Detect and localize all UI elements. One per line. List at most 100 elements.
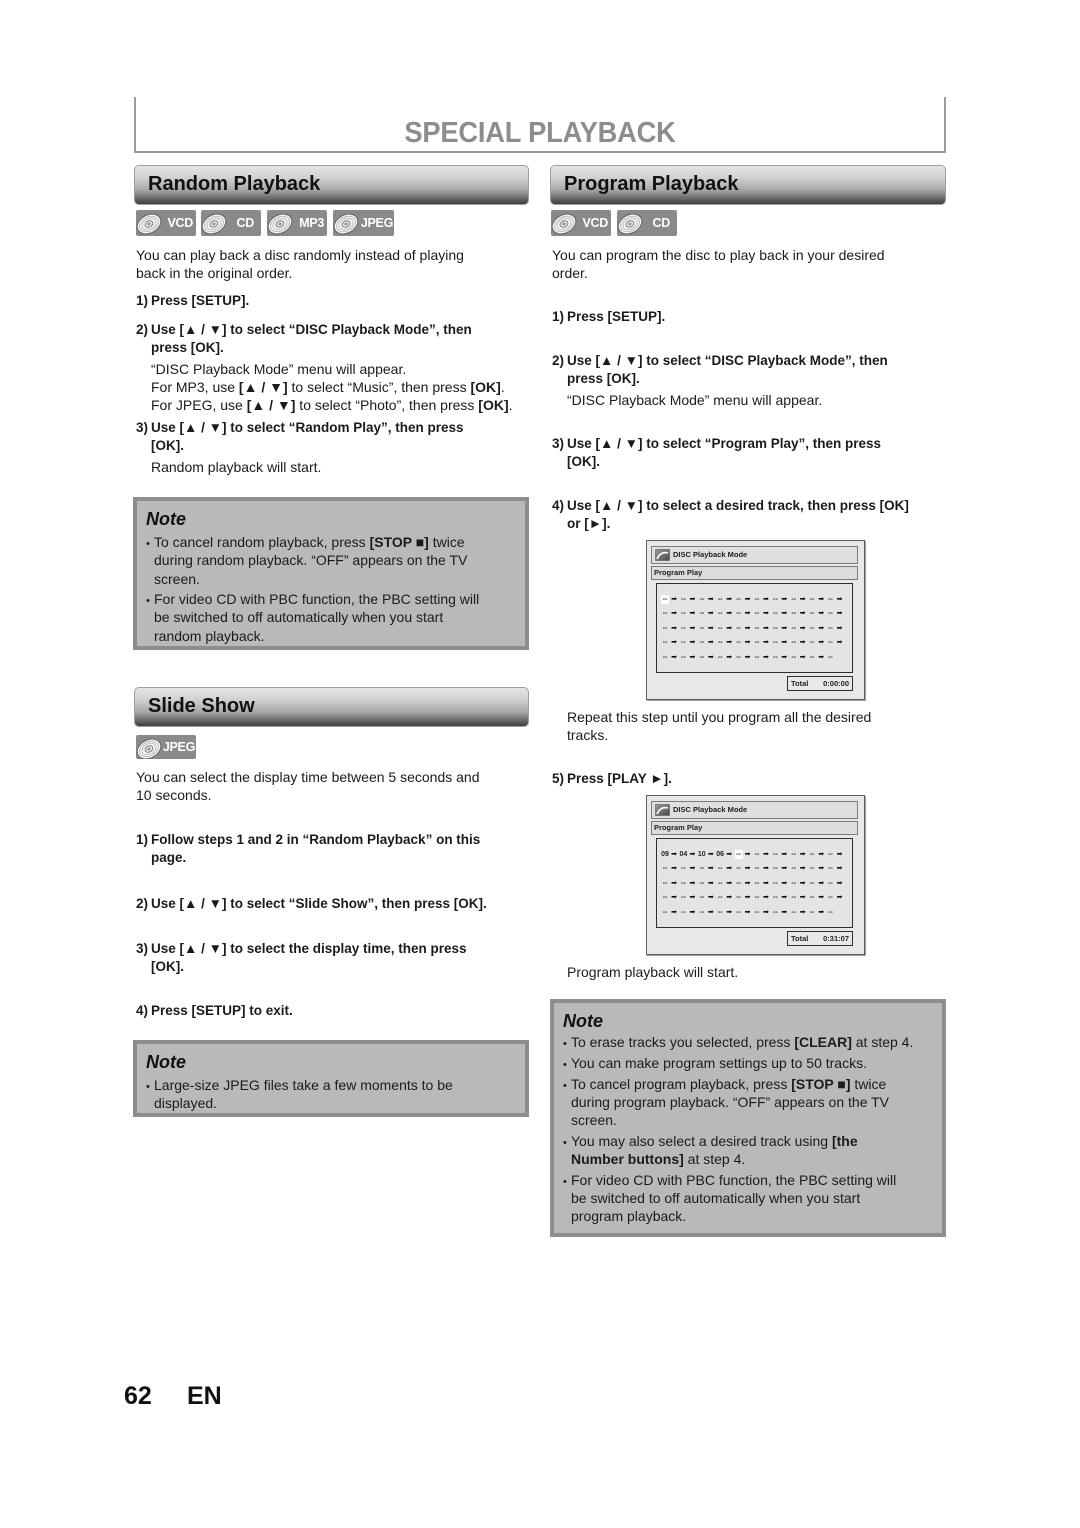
track-slot[interactable]: --	[735, 893, 743, 902]
track-slot[interactable]: --	[661, 893, 669, 902]
track-slot[interactable]: --	[679, 653, 687, 662]
track-slot[interactable]: --	[735, 609, 743, 618]
track-slot[interactable]: --	[771, 624, 779, 633]
track-slot[interactable]: --	[716, 879, 724, 888]
track-slot[interactable]: --	[698, 893, 706, 902]
track-slot[interactable]: --	[808, 595, 816, 604]
track-slot[interactable]: --	[790, 864, 798, 873]
track-slot[interactable]: --	[679, 624, 687, 633]
track-slot[interactable]: --	[698, 595, 706, 604]
track-slot[interactable]: --	[771, 893, 779, 902]
track-slot[interactable]: --	[753, 638, 761, 647]
track-slot[interactable]: --	[790, 595, 798, 604]
track-slot[interactable]: --	[827, 653, 835, 662]
track-slot[interactable]: --	[753, 893, 761, 902]
track-slot[interactable]: --	[790, 609, 798, 618]
track-slot[interactable]: --	[661, 624, 669, 633]
track-slot[interactable]: --	[771, 609, 779, 618]
track-slot[interactable]: --	[698, 908, 706, 917]
track-slot[interactable]: --	[753, 850, 761, 859]
track-slot[interactable]: --	[790, 893, 798, 902]
track-slot[interactable]: --	[716, 595, 724, 604]
track-slot[interactable]: --	[808, 653, 816, 662]
track-slot[interactable]: --	[735, 908, 743, 917]
track-slot[interactable]: --	[771, 908, 779, 917]
track-slot-selected[interactable]: --	[661, 594, 669, 604]
track-slot[interactable]: --	[827, 879, 835, 888]
track-slot[interactable]: --	[771, 638, 779, 647]
track-slot[interactable]: --	[808, 879, 816, 888]
track-slot[interactable]: --	[808, 624, 816, 633]
track-slot[interactable]: --	[808, 609, 816, 618]
track-slot[interactable]: --	[771, 653, 779, 662]
track-slot[interactable]: --	[716, 864, 724, 873]
track-slot[interactable]: --	[827, 893, 835, 902]
track-slot[interactable]: 09	[661, 850, 669, 859]
track-slot[interactable]: --	[735, 624, 743, 633]
track-slot[interactable]: --	[679, 893, 687, 902]
track-slot[interactable]: --	[716, 908, 724, 917]
track-slot[interactable]: --	[679, 595, 687, 604]
track-slot[interactable]: --	[698, 609, 706, 618]
track-slot[interactable]: 10	[698, 850, 706, 859]
track-slot[interactable]: --	[679, 879, 687, 888]
track-slot[interactable]: --	[753, 609, 761, 618]
track-slot[interactable]: --	[753, 864, 761, 873]
track-slot[interactable]: --	[735, 595, 743, 604]
track-slot[interactable]: 06	[716, 850, 724, 859]
track-slot[interactable]: --	[661, 879, 669, 888]
track-slot[interactable]: --	[790, 908, 798, 917]
track-slot[interactable]: --	[698, 624, 706, 633]
track-slot[interactable]: --	[771, 864, 779, 873]
track-slot[interactable]: --	[661, 653, 669, 662]
track-slot[interactable]: --	[771, 850, 779, 859]
track-slot[interactable]: --	[661, 638, 669, 647]
track-slot[interactable]: --	[735, 653, 743, 662]
track-slot[interactable]: --	[716, 893, 724, 902]
track-slot[interactable]: --	[661, 864, 669, 873]
track-slot[interactable]: --	[827, 864, 835, 873]
track-slot[interactable]: --	[790, 624, 798, 633]
track-slot[interactable]: --	[753, 624, 761, 633]
track-slot[interactable]: --	[827, 624, 835, 633]
track-slot[interactable]: --	[735, 879, 743, 888]
track-slot[interactable]: --	[679, 638, 687, 647]
track-slot[interactable]: --	[661, 609, 669, 618]
track-slot[interactable]: --	[716, 609, 724, 618]
track-slot[interactable]: --	[771, 595, 779, 604]
track-slot[interactable]: --	[661, 908, 669, 917]
track-slot[interactable]: --	[827, 638, 835, 647]
track-slot[interactable]: --	[827, 609, 835, 618]
track-slot[interactable]: --	[808, 850, 816, 859]
track-slot[interactable]: --	[735, 864, 743, 873]
track-slot[interactable]: --	[753, 595, 761, 604]
track-slot[interactable]: --	[808, 908, 816, 917]
track-slot[interactable]: --	[716, 638, 724, 647]
track-slot[interactable]: --	[790, 879, 798, 888]
track-slot[interactable]: --	[698, 879, 706, 888]
track-slot[interactable]: --	[679, 908, 687, 917]
track-slot[interactable]: --	[753, 653, 761, 662]
track-slot[interactable]: --	[698, 638, 706, 647]
track-slot[interactable]: --	[679, 864, 687, 873]
track-slot[interactable]: --	[790, 653, 798, 662]
track-slot-selected[interactable]: --	[734, 849, 743, 859]
track-slot[interactable]: --	[808, 638, 816, 647]
track-slot[interactable]: 04	[679, 850, 687, 859]
track-slot[interactable]: --	[808, 864, 816, 873]
track-slot[interactable]: --	[790, 850, 798, 859]
track-slot[interactable]: --	[716, 624, 724, 633]
track-slot[interactable]: --	[698, 864, 706, 873]
track-slot[interactable]: --	[679, 609, 687, 618]
track-slot[interactable]: --	[716, 653, 724, 662]
track-slot[interactable]: --	[790, 638, 798, 647]
track-slot[interactable]: --	[827, 908, 835, 917]
track-slot[interactable]: --	[735, 638, 743, 647]
track-slot[interactable]: --	[753, 879, 761, 888]
track-slot[interactable]: --	[753, 908, 761, 917]
track-slot[interactable]: --	[771, 879, 779, 888]
track-slot[interactable]: --	[827, 595, 835, 604]
track-slot[interactable]: --	[827, 850, 835, 859]
track-slot[interactable]: --	[698, 653, 706, 662]
track-slot[interactable]: --	[808, 893, 816, 902]
